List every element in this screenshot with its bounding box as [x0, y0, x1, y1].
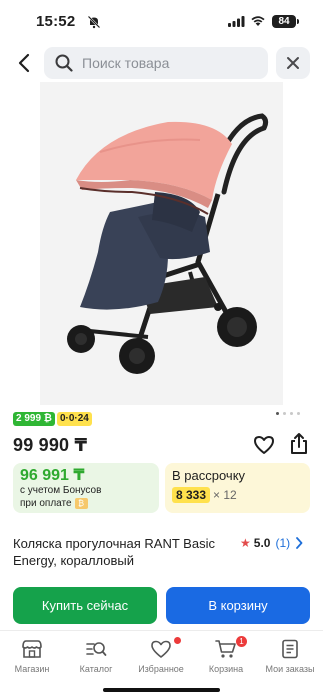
bonus-price: 96 991 ₸: [20, 467, 85, 484]
status-bar: 15:52 84: [0, 0, 323, 44]
favorite-button[interactable]: [253, 434, 275, 456]
share-icon: [291, 433, 307, 454]
product-price: 99 990 ₸: [13, 435, 88, 455]
bonus-note-line2: при оплате: [20, 498, 72, 509]
heart-icon: [151, 640, 171, 658]
tab-shop-label: Магазин: [14, 664, 50, 674]
image-pagination[interactable]: [276, 412, 300, 415]
catalog-search-icon: [86, 642, 107, 656]
close-button[interactable]: [276, 47, 310, 79]
product-title: Коляска прогулочная RANT Basic Energy, к…: [13, 536, 215, 568]
tab-catalog-label: Каталог: [79, 664, 113, 674]
buy-now-button[interactable]: Купить сейчас: [13, 587, 157, 624]
installment-row: 8 333 × 12: [172, 487, 303, 503]
bonus-note-line1: с учетом Бонусов: [20, 485, 102, 496]
tab-shop[interactable]: Магазин: [0, 639, 64, 674]
search-input[interactable]: [82, 55, 242, 71]
home-indicator: [103, 688, 220, 692]
installment-amount: 8 333: [172, 487, 211, 503]
stroller-illustration: [40, 82, 283, 405]
shop-icon: [22, 640, 42, 658]
back-button[interactable]: [12, 50, 36, 76]
installment-badge: 0·0·24: [56, 412, 92, 426]
bell-muted-icon: [87, 15, 101, 29]
pagination-dot[interactable]: [290, 412, 293, 415]
search-icon: [55, 54, 73, 72]
search-box[interactable]: [44, 47, 268, 79]
tab-orders[interactable]: Мои заказы: [258, 639, 322, 674]
review-count[interactable]: (1): [275, 536, 290, 550]
installment-card[interactable]: В рассрочку 8 333 × 12: [165, 463, 310, 513]
signal-icon: [228, 16, 245, 27]
share-button[interactable]: [288, 432, 310, 456]
tab-favorites-label: Избранное: [138, 664, 184, 674]
star-icon: ★: [240, 536, 251, 550]
pagination-dot[interactable]: [276, 412, 279, 415]
promo-badges: 2 999 ₿ 0·0·24: [13, 412, 92, 426]
add-to-cart-button[interactable]: В корзину: [166, 587, 310, 624]
installment-months: × 12: [213, 488, 237, 502]
cart-icon: [215, 640, 236, 658]
pagination-dot[interactable]: [283, 412, 286, 415]
wifi-icon: [251, 16, 265, 26]
status-time: 15:52: [36, 13, 76, 30]
chevron-right-icon: [296, 537, 303, 549]
rating-value: 5.0: [253, 536, 271, 550]
chevron-left-icon: [18, 53, 30, 73]
tab-cart-label: Корзина: [208, 664, 244, 674]
tab-favorites[interactable]: Избранное: [129, 637, 193, 674]
cart-count-badge: 1: [236, 636, 247, 647]
orders-icon: [282, 639, 298, 659]
pagination-dot[interactable]: [297, 412, 300, 415]
tab-orders-label: Мои заказы: [265, 664, 315, 674]
close-icon: [287, 57, 299, 69]
tab-catalog[interactable]: Каталог: [64, 639, 128, 674]
rating-link[interactable]: ★ 5.0 (1): [240, 536, 303, 550]
battery-indicator: 84: [272, 15, 296, 28]
tab-cart[interactable]: 1 Корзина: [194, 636, 258, 674]
battery-tip: [297, 19, 299, 24]
installment-title: В рассрочку: [172, 468, 246, 483]
favorites-notification-dot: [174, 637, 181, 644]
bonus-price-card[interactable]: 96 991 ₸ с учетом Бонусов при оплате ₿: [13, 463, 159, 513]
product-image[interactable]: [40, 82, 283, 405]
bonus-badge: 2 999 ₿: [13, 412, 55, 426]
heart-icon: [254, 436, 274, 454]
bonus-note-line2-row: при оплате ₿: [20, 497, 152, 510]
wallet-icon: ₿: [74, 497, 88, 509]
